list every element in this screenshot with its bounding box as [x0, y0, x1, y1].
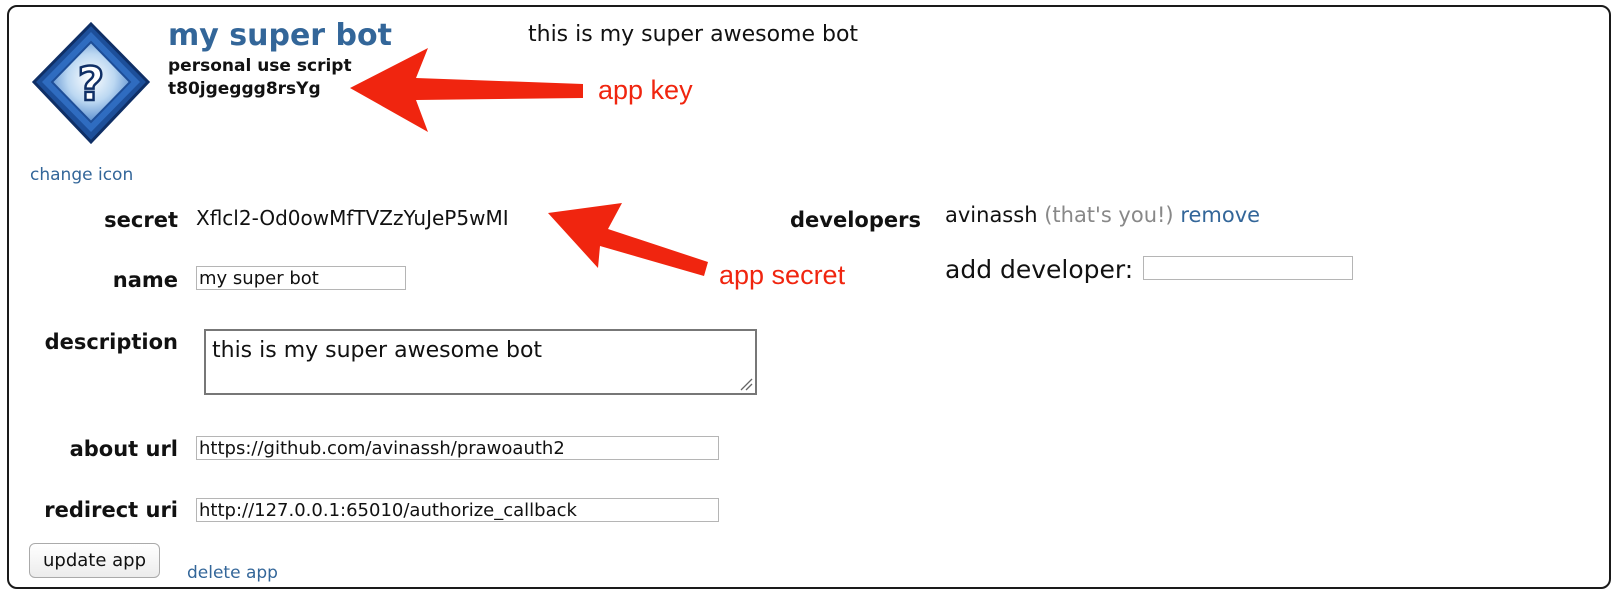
app-secret-arrow-icon	[548, 203, 708, 276]
app-secret-annotation: app secret	[719, 260, 846, 290]
app-key-arrow-icon	[350, 48, 583, 132]
annotation-arrows	[350, 48, 708, 276]
app-key-annotation: app key	[598, 75, 693, 105]
